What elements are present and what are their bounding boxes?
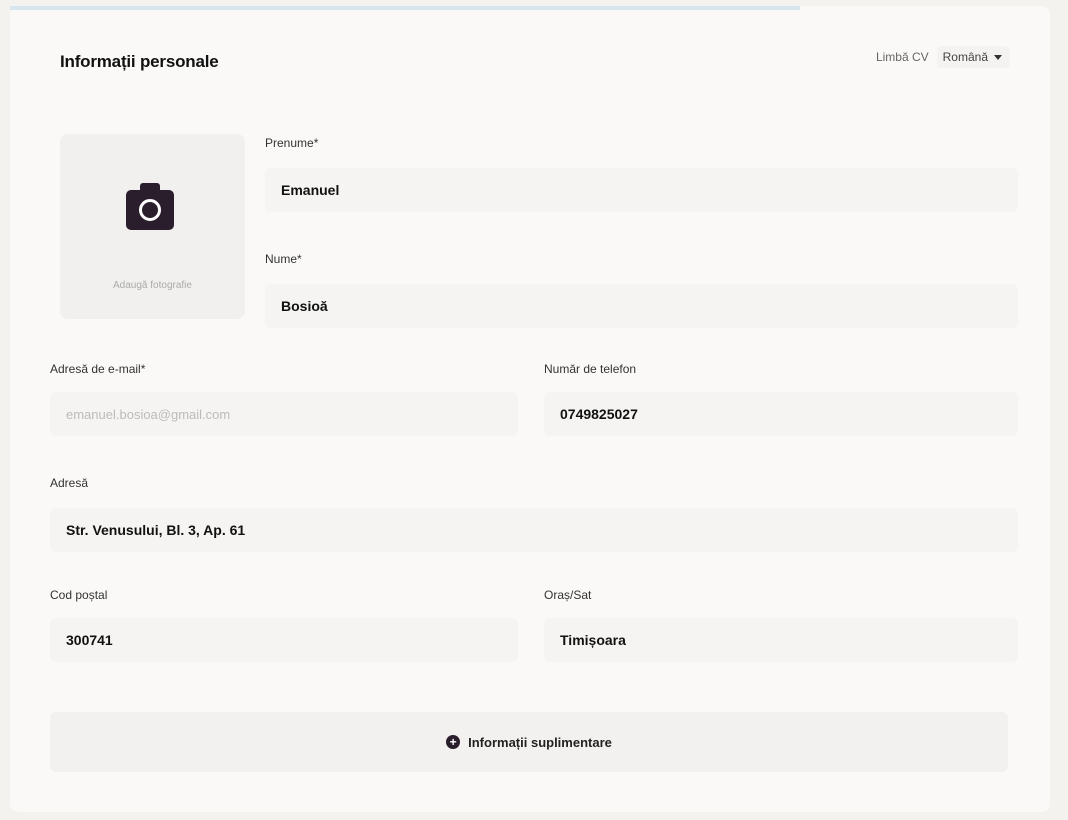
- last-name-label: Nume*: [265, 252, 302, 266]
- first-name-label: Prenume*: [265, 136, 319, 150]
- personal-info-card: Informații personale Limbă CV Română Ada…: [10, 6, 1050, 812]
- cv-language-label: Limbă CV: [875, 50, 929, 64]
- cv-language-value: Română: [942, 50, 988, 64]
- postal-code-label: Cod poștal: [50, 588, 108, 602]
- additional-info-button[interactable]: + Informații suplimentare: [50, 712, 1008, 772]
- address-label: Adresă: [50, 476, 89, 490]
- postal-code-input[interactable]: 300741: [50, 618, 518, 662]
- plus-circle-icon: +: [446, 735, 461, 749]
- phone-input[interactable]: 0749825027: [544, 392, 1018, 436]
- email-label: Adresă de e-mail*: [50, 362, 146, 376]
- section-title: Informații personale: [60, 52, 219, 71]
- camera-icon: [126, 183, 174, 230]
- additional-info-label: Informații suplimentare: [468, 734, 612, 750]
- top-accent-bar: [10, 6, 800, 10]
- email-input[interactable]: emanuel.bosioa@gmail.com: [50, 392, 518, 436]
- city-label: Oraș/Sat: [544, 588, 592, 602]
- last-name-input[interactable]: Bosioă: [265, 284, 1018, 328]
- address-input[interactable]: Str. Venusului, Bl. 3, Ap. 61: [50, 508, 1018, 552]
- chevron-down-icon: [994, 54, 1002, 60]
- cv-language-control: Limbă CV Română: [876, 46, 1010, 68]
- city-input[interactable]: Timișoara: [544, 618, 1018, 662]
- first-name-input[interactable]: Emanuel: [265, 168, 1018, 212]
- cv-language-select[interactable]: Română: [936, 46, 1010, 68]
- photo-upload[interactable]: Adaugă fotografie: [60, 134, 245, 319]
- photo-upload-label: Adaugă fotografie: [113, 280, 192, 291]
- phone-label: Număr de telefon: [544, 362, 637, 376]
